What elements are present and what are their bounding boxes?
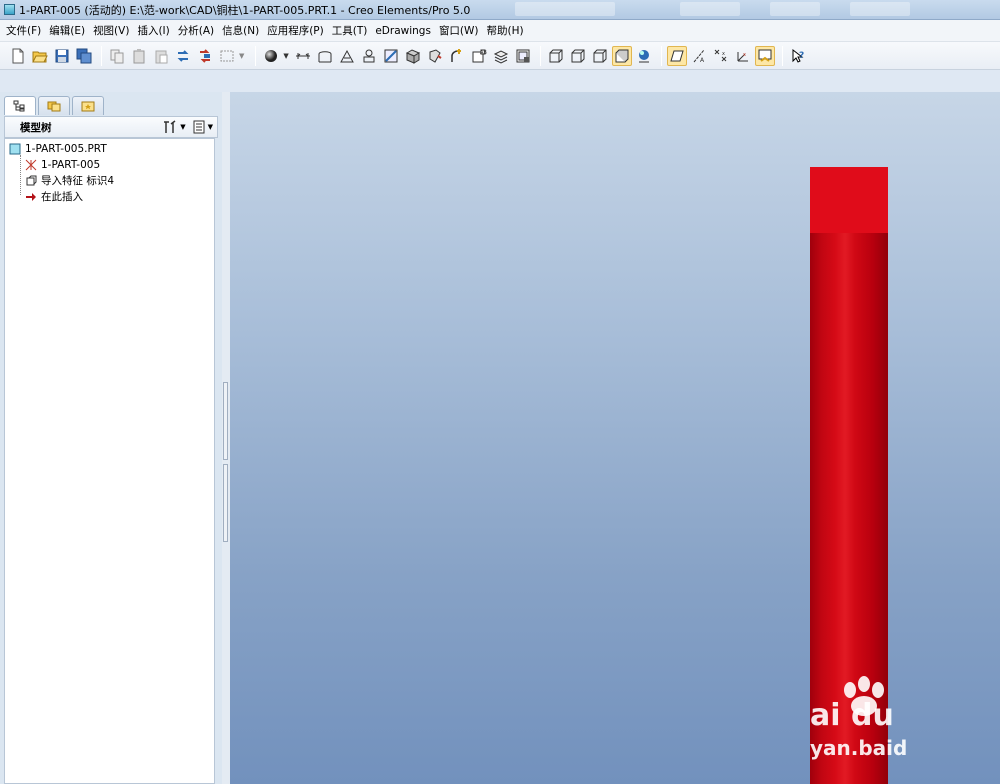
csys-icon [25,159,37,171]
import-feature-icon [25,175,37,187]
taskbar-ghost [850,2,910,16]
svg-text:A: A [700,57,705,64]
menu-edrawings[interactable]: eDrawings [373,25,437,37]
watermark-line2: yan.baid [810,736,908,760]
plane-display-icon[interactable] [666,45,687,66]
menu-window[interactable]: 窗口(W) [437,23,485,38]
tree-item-part[interactable]: 1-PART-005.PRT [9,141,107,156]
new-icon[interactable] [8,46,28,66]
dropdown-caret-icon[interactable]: ▼ [239,52,244,60]
model-tree: 1-PART-005.PRT 1-PART-005 导入特征 标识4 在此插入 [4,138,215,784]
axis-display-icon[interactable]: A [689,46,709,66]
regenerate-icon[interactable] [173,46,193,66]
tree-item-insert-here[interactable]: 在此插入 [25,189,83,204]
splitter-grip[interactable] [223,464,228,542]
menu-insert[interactable]: 插入(I) [135,23,175,38]
tree-item-label: 1-PART-005 [41,158,101,171]
round-icon[interactable] [447,46,467,66]
tree-item-csys[interactable]: 1-PART-005 [25,157,100,172]
taskbar-ghost [680,2,740,16]
tree-item-label: 在此插入 [41,191,83,203]
menu-tools[interactable]: 工具(T) [330,23,374,38]
save-icon[interactable] [52,46,72,66]
taskbar-ghost [515,2,615,16]
select-box-icon[interactable] [217,46,237,66]
tree-connector [20,155,21,195]
model-tree-header: 模型树 ▼ ▼ [4,116,218,138]
tree-item-label: 1-PART-005.PRT [25,142,107,155]
app-icon [4,4,15,15]
regen-manager-icon[interactable] [195,46,215,66]
menu-analysis[interactable]: 分析(A) [176,23,220,38]
tree-settings-button[interactable]: ▼ [162,120,186,134]
main-toolbar: ▼ ▼ AB A x x ? [0,42,1000,70]
tree-item-label: 导入特征 标识4 [41,175,115,187]
tab-folder-browser[interactable] [38,96,70,115]
point-display-icon[interactable]: x [711,46,731,66]
view-manager-icon[interactable] [513,46,533,66]
svg-text:?: ? [799,51,804,61]
open-icon[interactable] [30,46,50,66]
toolbar-separator [101,45,102,66]
wireframe-icon[interactable] [546,46,566,66]
part-icon [9,143,21,155]
tab-model-tree[interactable] [4,96,36,115]
paste-icon[interactable] [129,46,149,66]
datum-csys-icon[interactable] [359,46,379,66]
hidden-line-icon[interactable] [568,46,588,66]
tree-item-import-feature[interactable]: 导入特征 标识4 [25,173,114,188]
insert-here-arrow-icon [25,191,37,203]
tree-settings-icon [164,120,176,133]
svg-text:x: x [743,52,746,58]
window-title: 1-PART-005 (活动的) E:\范-work\CAD\铜柱\1-PART… [19,3,471,17]
cylinder-top-face[interactable] [810,167,888,233]
revolve-icon[interactable] [425,46,445,66]
toolbar-separator [539,45,541,66]
tree-show-icon [193,120,205,134]
watermark: ai du yan.baid [810,676,1000,784]
datum-point-icon[interactable] [337,46,357,66]
svg-text:x: x [722,51,725,57]
splitter-grip[interactable] [223,382,228,460]
toolbar-separator [255,45,257,66]
copy-icon[interactable] [107,46,127,66]
menu-file[interactable]: 文件(F) [4,23,47,38]
tree-show-button[interactable]: ▼ [192,120,213,134]
title-bar: 1-PART-005 (活动的) E:\范-work\CAD\铜柱\1-PART… [0,0,1000,20]
chevron-down-icon: ▼ [207,123,213,131]
chamfer-icon[interactable]: AB [469,46,489,66]
toolbar-separator [660,45,662,66]
navigator-tabs [4,96,106,116]
pane-title: 模型树 [20,121,52,134]
chevron-down-icon: ▼ [180,123,186,131]
menu-bar: 文件(F) 编辑(E) 视图(V) 插入(I) 分析(A) 信息(N) 应用程序… [0,20,1000,42]
csys-display-icon[interactable]: x [733,46,753,66]
shade-sphere-icon[interactable] [261,46,281,66]
no-hidden-icon[interactable] [590,46,610,66]
tab-favorites[interactable] [72,96,104,115]
layer-icon[interactable] [491,46,511,66]
sketch-icon[interactable] [381,46,401,66]
annotation-display-icon[interactable] [754,45,775,66]
save-copy-icon[interactable] [74,46,94,66]
enhanced-realism-icon[interactable] [634,46,654,66]
menu-applications[interactable]: 应用程序(P) [265,23,330,38]
menu-edit[interactable]: 编辑(E) [47,23,91,38]
navigator-panel: 模型树 ▼ ▼ 1-PART-005.PRT 1-PART-005 导入特征 标… [0,92,222,784]
datum-axis-icon[interactable] [315,46,335,66]
menu-help[interactable]: 帮助(H) [485,23,530,38]
datum-plane-icon[interactable] [293,46,313,66]
context-help-icon[interactable]: ? [788,46,808,66]
menu-info[interactable]: 信息(N) [220,23,265,38]
svg-text:AB: AB [480,50,487,56]
panel-splitter[interactable] [222,92,230,784]
taskbar-ghost [770,2,820,16]
shaded-icon[interactable] [611,45,632,66]
dropdown-caret-icon[interactable]: ▼ [283,52,288,60]
menu-view[interactable]: 视图(V) [91,23,135,38]
extrude-icon[interactable] [403,46,423,66]
toolbar-separator [781,45,783,66]
paste-special-icon[interactable] [151,46,171,66]
watermark-line1: ai du [810,698,894,733]
